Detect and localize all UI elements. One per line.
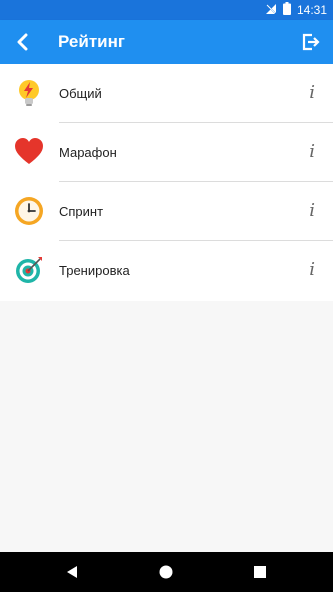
list-item-general[interactable]: Общий i [0, 64, 333, 123]
clock-icon [14, 196, 44, 226]
info-icon[interactable]: i [309, 141, 315, 162]
exit-button[interactable] [297, 28, 325, 56]
back-button[interactable] [8, 28, 36, 56]
rating-list: Общий i Марафон i Спринт i Тренировка i [0, 64, 333, 301]
list-item-sprint[interactable]: Спринт i [0, 182, 333, 241]
nav-home-button[interactable] [156, 562, 176, 582]
system-nav-bar [0, 552, 333, 592]
list-item-training[interactable]: Тренировка i [0, 241, 333, 300]
battery-icon [282, 2, 291, 18]
status-time: 14:31 [296, 3, 327, 17]
status-bar: 14:31 [0, 0, 333, 20]
recents-square-icon [254, 566, 266, 578]
list-item-label: Спринт [59, 204, 104, 219]
lightbulb-bolt-icon [14, 78, 44, 108]
heart-icon [14, 137, 44, 167]
nav-back-button[interactable] [62, 562, 82, 582]
back-triangle-icon [67, 566, 77, 578]
signal-off-icon [265, 2, 277, 18]
nav-recents-button[interactable] [250, 562, 270, 582]
list-item-label: Общий [59, 86, 102, 101]
app-bar: Рейтинг [0, 20, 333, 64]
exit-icon [302, 33, 320, 51]
status-bar-right: 14:31 [265, 0, 327, 20]
info-icon[interactable]: i [309, 200, 315, 221]
home-circle-icon [159, 565, 173, 579]
info-icon[interactable]: i [309, 259, 315, 280]
dart-target-icon [14, 255, 44, 285]
info-icon[interactable]: i [309, 82, 315, 103]
list-item-marathon[interactable]: Марафон i [0, 123, 333, 182]
chevron-left-icon [17, 33, 28, 51]
list-item-label: Тренировка [59, 263, 130, 278]
page-title: Рейтинг [58, 32, 125, 51]
list-item-label: Марафон [59, 145, 117, 160]
